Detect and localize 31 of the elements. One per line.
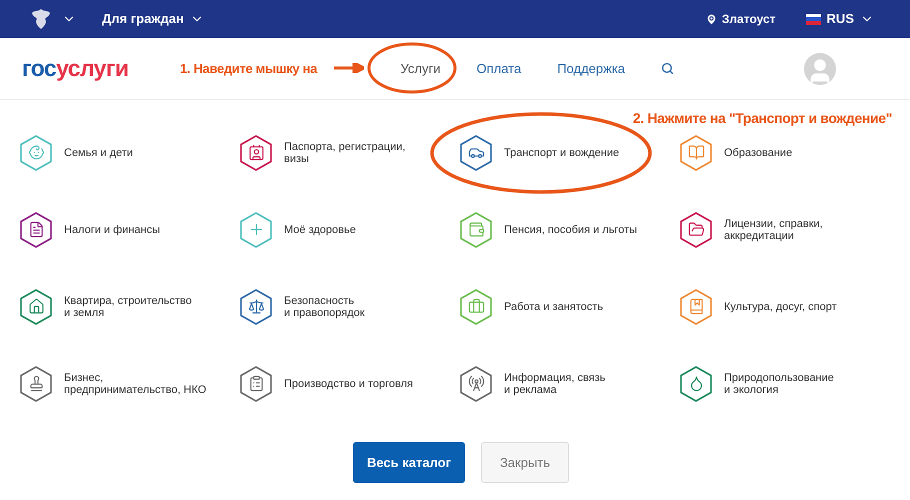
category-link[interactable]: Информация, связь и реклама	[504, 372, 606, 396]
category-link[interactable]: Квартира, строительство и земля	[64, 294, 192, 318]
nav-link[interactable]: Поддержка	[557, 58, 626, 78]
nav-link[interactable]: Услуги	[400, 58, 440, 78]
logo[interactable]: госуслуги	[22, 51, 128, 86]
category-link[interactable]: Бизнес, предпринимательство, НКО	[64, 372, 206, 396]
nav-link[interactable]: Оплата	[476, 58, 522, 78]
action-button[interactable]: Закрыть	[481, 442, 569, 483]
category-link[interactable]: Моё здоровье	[284, 224, 356, 236]
emblem-icon	[30, 7, 52, 31]
category-link[interactable]: Природопользование и экология	[724, 372, 834, 396]
annotation-text: 1. Наведите мышку на	[180, 60, 318, 78]
annotation-text: 2. Нажмите на "Транспорт и вождение"	[632, 109, 892, 128]
category-link[interactable]: Транспорт и вождение	[504, 146, 620, 158]
category-link[interactable]: Производство и торговля	[284, 378, 413, 390]
annotation-arrow	[334, 63, 364, 73]
category-link[interactable]: Пенсия, пособия и льготы	[504, 224, 638, 236]
city-link[interactable]: Златоуст	[722, 10, 776, 28]
category-link[interactable]: Культура, досуг, спорт	[724, 300, 837, 312]
menu-dropdown[interactable]: Для граждан	[102, 9, 204, 29]
category-link[interactable]: Образование	[724, 146, 792, 158]
location-pin-icon	[704, 12, 718, 26]
language-dropdown[interactable]: RUS	[806, 9, 874, 29]
category-link[interactable]: Работа и занятость	[504, 300, 604, 312]
category-link[interactable]: Семья и дети	[64, 146, 133, 158]
category-link[interactable]: Налоги и финансы	[64, 224, 160, 236]
search-icon[interactable]	[661, 62, 674, 75]
category-link[interactable]: Безопасность и правопорядок	[284, 294, 365, 318]
action-button[interactable]: Весь каталог	[353, 442, 465, 483]
category-link[interactable]: Лицензии, справки, аккредитации	[724, 218, 823, 242]
category-link[interactable]: Паспорта, регистрации, визы	[284, 140, 406, 164]
